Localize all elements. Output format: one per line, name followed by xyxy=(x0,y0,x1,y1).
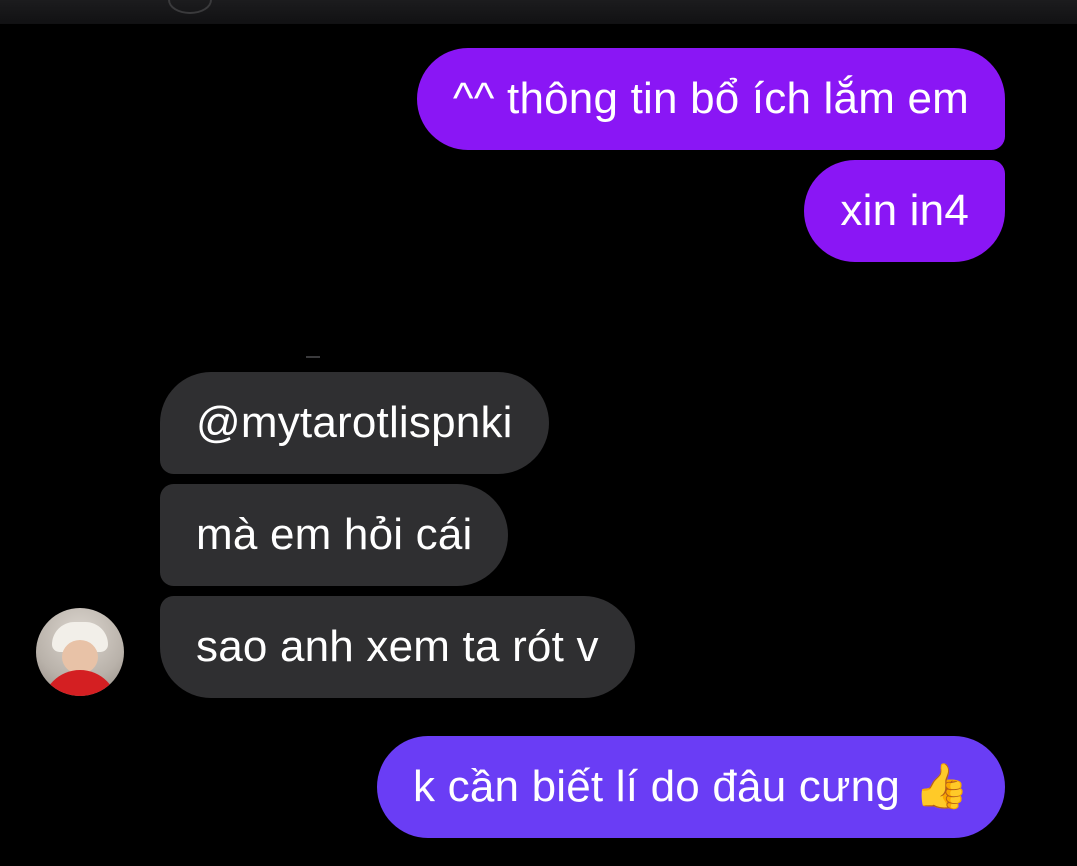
message-text: mà em hỏi cái xyxy=(196,510,473,559)
avatar-shirt xyxy=(42,670,118,696)
outgoing-message-bubble[interactable]: xin in4 xyxy=(804,160,1005,262)
divider-mark xyxy=(306,356,320,358)
message-text: @mytarotlispnki xyxy=(196,398,513,447)
sender-avatar[interactable] xyxy=(36,608,124,696)
top-bar-edge xyxy=(168,0,212,14)
message-text: k cần biết lí do đâu cưng xyxy=(413,762,900,811)
top-bar xyxy=(0,0,1077,24)
message-text: xin in4 xyxy=(840,186,969,235)
message-text: ^^ thông tin bổ ích lắm em xyxy=(452,74,969,123)
incoming-message-bubble[interactable]: sao anh xem ta rót v xyxy=(160,596,635,698)
incoming-message-bubble[interactable]: @mytarotlispnki xyxy=(160,372,549,474)
message-text: sao anh xem ta rót v xyxy=(196,622,599,671)
incoming-message-bubble[interactable]: mà em hỏi cái xyxy=(160,484,509,586)
thumbs-up-icon: 👍 xyxy=(914,761,969,812)
outgoing-message-bubble[interactable]: k cần biết lí do đâu cưng 👍 xyxy=(377,736,1005,838)
avatar-face xyxy=(62,640,98,674)
outgoing-message-bubble[interactable]: ^^ thông tin bổ ích lắm em xyxy=(416,48,1005,150)
